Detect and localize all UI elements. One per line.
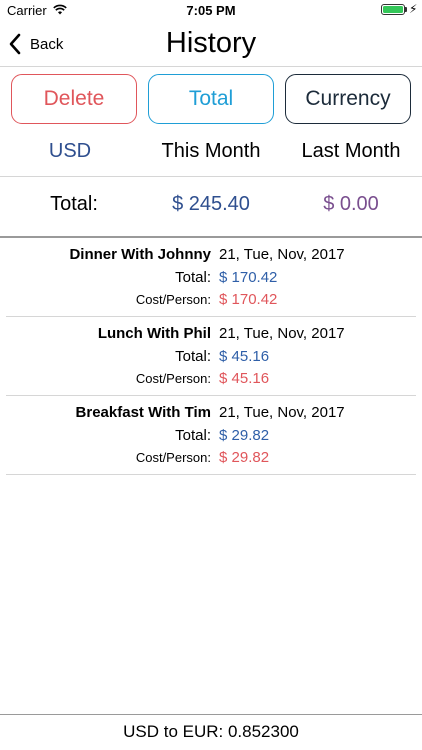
- history-entry[interactable]: Breakfast With Tim 21, Tue, Nov, 2017 To…: [0, 396, 422, 475]
- total-button[interactable]: Total: [148, 74, 274, 124]
- entry-total: $ 45.16: [219, 348, 270, 365]
- last-month-header: Last Month: [301, 140, 401, 162]
- entry-cost-per-person: $ 45.16: [219, 370, 270, 387]
- status-time: 7:05 PM: [186, 3, 236, 18]
- entry-cost-per-person-label: Cost/Person:: [135, 292, 211, 307]
- this-month-header: This Month: [161, 140, 261, 162]
- total-label: Total:: [50, 193, 98, 215]
- entry-total-label: Total:: [175, 269, 211, 286]
- this-month-total: $ 245.40: [172, 193, 250, 215]
- last-month-total: $ 0.00: [323, 193, 379, 215]
- entry-total: $ 170.42: [219, 269, 278, 286]
- nav-divider: [0, 66, 422, 67]
- entry-cost-per-person: $ 29.82: [219, 449, 270, 466]
- battery-icon: [381, 4, 405, 15]
- entry-name: Lunch With Phil: [97, 325, 211, 342]
- entry-cost-per-person-label: Cost/Person:: [135, 450, 211, 465]
- entry-total: $ 29.82: [219, 427, 270, 444]
- entry-name: Breakfast With Tim: [75, 404, 211, 421]
- delete-button[interactable]: Delete: [11, 74, 137, 124]
- exchange-rate: USD to EUR: 0.852300: [123, 722, 299, 741]
- history-entry[interactable]: Dinner With Johnny 21, Tue, Nov, 2017 To…: [0, 238, 422, 317]
- currency-button[interactable]: Currency: [285, 74, 411, 124]
- history-entry[interactable]: Lunch With Phil 21, Tue, Nov, 2017 Total…: [0, 317, 422, 396]
- entry-date: 21, Tue, Nov, 2017: [219, 404, 345, 421]
- header-divider: [0, 176, 422, 177]
- history-list: Dinner With Johnny 21, Tue, Nov, 2017 To…: [0, 238, 422, 475]
- entry-total-label: Total:: [175, 348, 211, 365]
- nav-bar: Back History: [0, 22, 422, 66]
- battery-tip: [405, 7, 407, 12]
- footer-divider: [0, 714, 422, 715]
- entry-total-label: Total:: [175, 427, 211, 444]
- entry-cost-per-person-label: Cost/Person:: [135, 371, 211, 386]
- currency-code: USD: [48, 140, 92, 162]
- entry-cost-per-person: $ 170.42: [219, 291, 278, 308]
- bolt-icon: ⚡: [409, 2, 418, 16]
- entry-divider: [6, 474, 416, 475]
- entry-name: Dinner With Johnny: [69, 246, 211, 263]
- page-title: History: [165, 27, 257, 59]
- status-bar: Carrier 7:05 PM ⚡: [0, 0, 422, 22]
- entry-date: 21, Tue, Nov, 2017: [219, 325, 345, 342]
- entry-date: 21, Tue, Nov, 2017: [219, 246, 345, 263]
